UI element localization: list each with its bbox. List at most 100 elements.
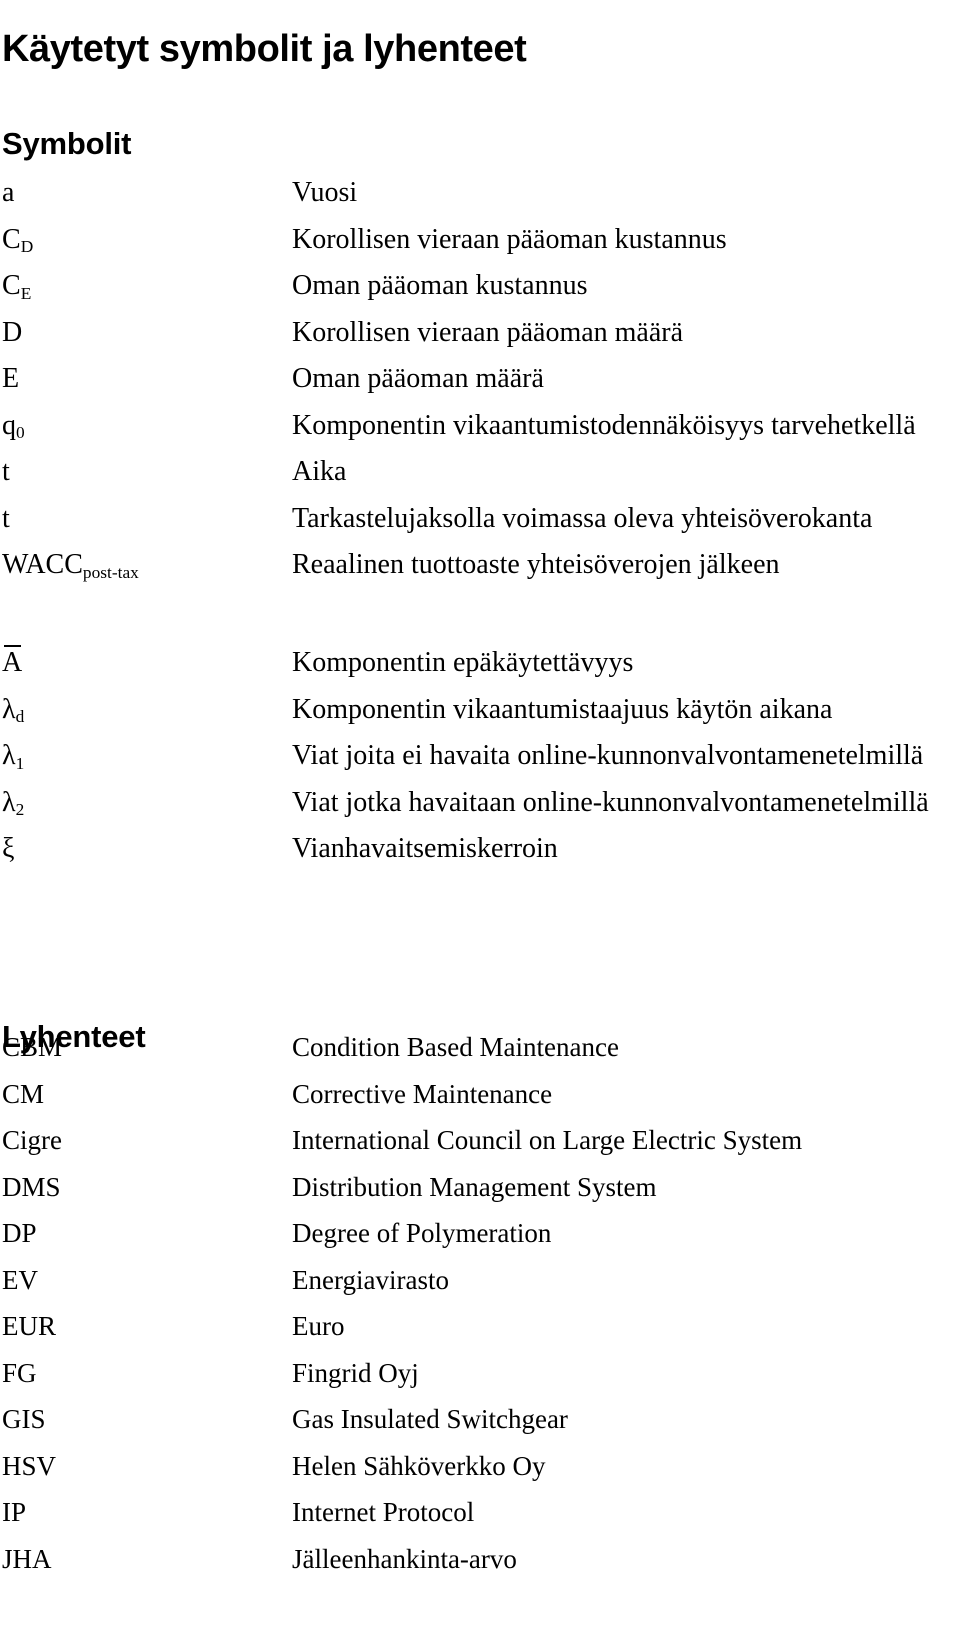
symbol-subscript: d (15, 707, 25, 727)
symbol-description: Reaalinen tuottoaste yhteisöverojen jälk… (292, 549, 780, 580)
symbol-description: Vuosi (292, 177, 358, 208)
symbol-row: D Korollisen vieraan pääoman määrä (0, 316, 960, 356)
abbreviation-row: IP Internet Protocol (0, 1496, 960, 1536)
symbol-term: ξ (2, 832, 14, 866)
symbol-subscript: E (20, 283, 32, 303)
abbreviation-row: CBM Condition Based Maintenance (0, 1031, 960, 1071)
abbreviation-term: EUR (2, 1311, 56, 1341)
abbreviation-term: Cigre (2, 1125, 62, 1155)
abbreviation-definition: Euro (292, 1311, 345, 1341)
symbol-description: Vianhavaitsemiskerroin (292, 833, 558, 864)
document-page: Käytetyt symbolit ja lyhenteet Symbolit … (0, 0, 960, 1647)
abbreviation-term: FG (2, 1357, 37, 1388)
symbol-glyph: WACC (2, 549, 83, 580)
symbol-row: t Tarkastelujaksolla voimassa oleva yhtei… (0, 502, 960, 542)
symbol-subscript: 2 (15, 800, 25, 820)
abbreviation-definition: International Council on Large Electric … (292, 1125, 803, 1155)
abbreviation-definition: Helen Sähköverkko Oy (292, 1450, 546, 1481)
abbreviation-row: JHA Jälleenhankinta-arvo (0, 1543, 960, 1583)
symbol-row: t Aika (0, 455, 960, 495)
abbreviation-definition: Jälleenhankinta-arvo (292, 1543, 517, 1574)
abbreviation-term: CBM (2, 1032, 63, 1062)
abbreviation-definition: Energiavirasto (292, 1264, 449, 1295)
abbreviation-term: DMS (2, 1171, 61, 1202)
abbreviation-term: DP (2, 1218, 37, 1248)
section-heading-symbolit: Symbolit (2, 125, 132, 161)
abbreviation-row: EUR Euro (0, 1310, 960, 1350)
abbreviation-row: CM Corrective Maintenance (0, 1078, 960, 1118)
symbol-term: λ1 (2, 739, 24, 773)
symbol-term: λ2 (2, 786, 24, 820)
abbreviation-definition: Distribution Management System (292, 1171, 657, 1202)
symbol-row: A Komponentin epäkäytettävyys (0, 645, 960, 686)
symbol-description: Viat jotka havaitaan online-kunnonvalvon… (292, 786, 929, 818)
abbreviation-row: DP Degree of Polymeration (0, 1217, 960, 1257)
symbol-row: λ2 Viat jotka havaitaan online-kunnonvalv… (0, 786, 960, 826)
symbol-description: Oman pääoman kustannus (292, 270, 588, 301)
abbreviation-term: CM (2, 1078, 45, 1109)
symbol-subscript: D (20, 237, 34, 257)
symbol-glyph: ξ (2, 833, 15, 864)
symbol-description: Oman pääoman määrä (292, 363, 544, 394)
symbol-description: Viat joita ei havaita online-kunnonvalvo… (292, 740, 924, 771)
symbol-subscript: 0 (16, 423, 25, 443)
symbol-glyph: λ (2, 693, 16, 725)
abbreviation-term: HSV (2, 1450, 57, 1481)
symbol-term: t (2, 502, 10, 536)
symbol-term: CE (2, 269, 31, 303)
symbol-description: Komponentin epäkäytettävyys (292, 647, 634, 678)
abbreviation-definition: Gas Insulated Switchgear (292, 1404, 568, 1434)
abbreviation-term: EV (2, 1264, 38, 1295)
symbol-term: t (2, 455, 10, 489)
abbreviation-row: HSV Helen Sähköverkko Oy (0, 1450, 960, 1490)
symbol-row: λd Komponentin vikaantumistaajuus käytön … (0, 693, 960, 733)
symbol-term: CD (2, 223, 33, 257)
abbreviation-definition: Corrective Maintenance (292, 1078, 553, 1109)
symbol-row: CD Korollisen vieraan pääoman kustannus (0, 223, 960, 263)
symbol-glyph: C (2, 270, 21, 301)
symbol-row: λ1 Viat joita ei havaita online-kunnonval… (0, 739, 960, 779)
symbol-row: WACCpost-tax Reaalinen tuottoaste yhteisö… (0, 548, 960, 588)
symbol-glyph: λ (2, 786, 16, 818)
symbol-description: Komponentin vikaantumistodennäköisyys ta… (292, 409, 916, 441)
symbol-glyph: t (2, 456, 10, 487)
symbol-glyph: q (2, 409, 16, 441)
abbreviation-row: FG Fingrid Oyj (0, 1357, 960, 1397)
symbol-description: Aika (292, 456, 347, 487)
abbreviation-row: EV Energiavirasto (0, 1264, 960, 1304)
symbol-term: D (2, 316, 22, 350)
symbol-glyph: A (2, 645, 23, 678)
abbreviation-definition: Condition Based Maintenance (292, 1032, 619, 1062)
abbreviation-row: Cigre International Council on Large Elec… (0, 1124, 960, 1164)
symbol-term: WACCpost-tax (2, 548, 139, 582)
symbol-subscript: post-tax (82, 562, 139, 582)
page-title: Käytetyt symbolit ja lyhenteet (2, 28, 527, 71)
symbol-glyph: E (2, 363, 20, 394)
symbol-glyph: t (2, 502, 10, 534)
abbreviation-definition: Internet Protocol (292, 1497, 475, 1527)
symbol-glyph: λ (2, 740, 16, 771)
symbol-description: Korollisen vieraan pääoman kustannus (292, 223, 727, 255)
symbol-term: E (2, 362, 19, 396)
abbreviation-definition: Fingrid Oyj (292, 1357, 419, 1388)
abbreviation-term: JHA (2, 1543, 52, 1574)
symbol-row: a Vuosi (0, 176, 960, 216)
symbol-glyph: a (2, 177, 15, 208)
symbol-description: Komponentin vikaantumistaajuus käytön ai… (292, 693, 833, 725)
symbol-row: E Oman pääoman määrä (0, 362, 960, 402)
symbol-term: λd (2, 693, 24, 727)
symbol-row: q0 Komponentin vikaantumistodennäköisyys … (0, 409, 960, 449)
symbol-glyph: C (2, 223, 21, 255)
abbreviation-row: GIS Gas Insulated Switchgear (0, 1403, 960, 1443)
symbol-subscript: 1 (15, 753, 25, 773)
symbol-row: CE Oman pääoman kustannus (0, 269, 960, 309)
symbol-glyph: D (2, 316, 23, 348)
symbol-description: Tarkastelujaksolla voimassa oleva yhteis… (292, 502, 873, 534)
symbol-term: A (2, 645, 23, 680)
abbreviation-definition: Degree of Polymeration (292, 1218, 552, 1248)
abbreviation-term: GIS (2, 1404, 46, 1434)
abbreviation-term: IP (2, 1497, 27, 1527)
symbol-term: a (2, 176, 14, 210)
symbol-row: ξ Vianhavaitsemiskerroin (0, 832, 960, 872)
abbreviation-row: DMS Distribution Management System (0, 1171, 960, 1211)
